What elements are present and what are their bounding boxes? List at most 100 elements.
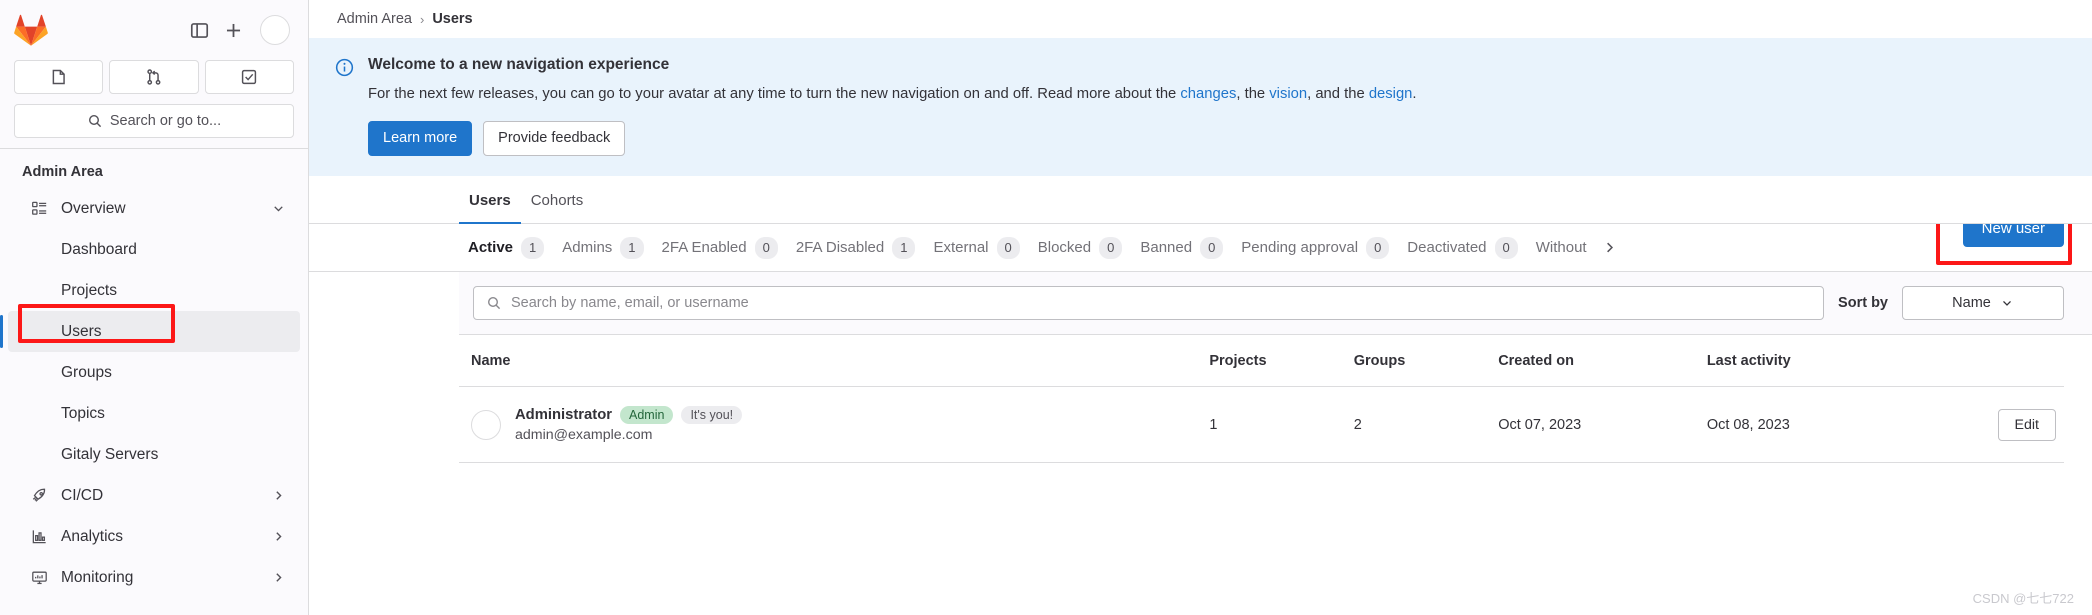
gitlab-logo[interactable] xyxy=(14,14,48,46)
filter-tab-count: 0 xyxy=(996,237,1020,259)
filter-tab-active[interactable]: Active 1 xyxy=(459,224,554,272)
tab-users[interactable]: Users xyxy=(459,178,521,225)
sidebar-item-overview[interactable]: Overview xyxy=(8,188,300,229)
filter-tab-blocked[interactable]: Blocked 0 xyxy=(1029,224,1132,271)
chevron-down-icon[interactable] xyxy=(271,201,286,216)
breadcrumb: Admin Area › Users xyxy=(309,0,2092,38)
link-vision[interactable]: vision xyxy=(1269,86,1307,102)
column-header-created-on: Created on xyxy=(1486,335,1695,388)
search-box[interactable] xyxy=(473,286,1825,321)
sidebar-item-label: Monitoring xyxy=(61,568,134,586)
filter-tab-deactivated[interactable]: Deactivated 0 xyxy=(1398,224,1526,271)
filter-tab-pending-approval[interactable]: Pending approval 0 xyxy=(1232,224,1398,271)
breadcrumb-separator: › xyxy=(419,11,425,27)
filter-tab-banned[interactable]: Banned 0 xyxy=(1131,224,1232,271)
create-new-icon[interactable] xyxy=(216,13,250,47)
sidebar-item-topics[interactable]: Topics xyxy=(8,393,300,434)
sidebar-item-projects[interactable]: Projects xyxy=(8,270,300,311)
filter-tab-count: 1 xyxy=(521,237,545,259)
filter-tab-admins[interactable]: Admins 1 xyxy=(553,224,652,271)
user-avatar[interactable] xyxy=(260,15,290,45)
search-icon xyxy=(487,297,501,310)
new-user-area: New user xyxy=(1935,224,2072,266)
users-table-body: Administrator Admin It's you! admin@exam… xyxy=(459,386,2064,464)
user-cell: Administrator Admin It's you! admin@exam… xyxy=(471,406,1189,443)
filter-tab-count: 0 xyxy=(1366,237,1390,259)
user-name-link[interactable]: Administrator xyxy=(515,407,612,423)
provide-feedback-button[interactable]: Provide feedback xyxy=(483,121,626,157)
gitlab-admin-users-page: Search or go to... Admin Area Overview D… xyxy=(0,0,2092,615)
watermark: CSDN @七七722 xyxy=(1972,591,2074,606)
sidebar: Search or go to... Admin Area Overview D… xyxy=(0,0,309,615)
filter-tab-label: Active xyxy=(468,239,514,257)
search-and-sort-bar: Sort by Name xyxy=(459,272,2092,336)
cell-user: Administrator Admin It's you! admin@exam… xyxy=(459,386,1198,464)
user-email-link[interactable]: admin@example.com xyxy=(515,427,742,443)
sidebar-item-analytics[interactable]: Analytics xyxy=(8,516,300,557)
chevron-right-icon[interactable] xyxy=(1596,240,1623,255)
link-design[interactable]: design xyxy=(1369,86,1413,102)
chevron-right-icon[interactable] xyxy=(271,488,286,503)
information-icon xyxy=(335,58,354,82)
column-header-last-activity: Last activity xyxy=(1694,335,1920,388)
column-header-actions xyxy=(1919,335,2064,388)
learn-more-button[interactable]: Learn more xyxy=(368,121,473,157)
breadcrumb-item-users[interactable]: Users xyxy=(432,11,472,27)
sidebar-nav: Admin Area Overview Dashboard Projects U… xyxy=(0,149,308,615)
merge-requests-icon[interactable] xyxy=(109,60,199,94)
search-input[interactable] xyxy=(511,295,1812,312)
search-or-go-to-button[interactable]: Search or go to... xyxy=(14,104,294,138)
users-table-head: Name Projects Groups Created on Last act… xyxy=(459,335,2064,388)
filter-tab-label: Blocked xyxy=(1037,239,1092,257)
tab-cohorts[interactable]: Cohorts xyxy=(521,178,594,224)
column-header-projects: Projects xyxy=(1197,335,1342,388)
filter-tab-label: 2FA Enabled xyxy=(661,239,747,257)
filter-tab-without[interactable]: Without xyxy=(1527,226,1596,270)
breadcrumb-item-admin-area[interactable]: Admin Area xyxy=(337,11,412,27)
issues-icon[interactable] xyxy=(14,60,104,94)
new-user-button[interactable]: New user xyxy=(1962,224,2064,248)
toggle-sidebar-icon[interactable] xyxy=(182,13,216,47)
search-or-go-to-label: Search or go to... xyxy=(109,113,222,129)
sidebar-item-label: Groups xyxy=(61,363,112,381)
rocket-icon xyxy=(30,487,48,505)
filter-tab-2fa-disabled[interactable]: 2FA Disabled 1 xyxy=(787,224,925,271)
filter-tab-count: 0 xyxy=(1494,237,1518,259)
edit-user-button[interactable]: Edit xyxy=(1997,408,2056,441)
sidebar-item-groups[interactable]: Groups xyxy=(8,352,300,393)
banner-text-part3: , and the xyxy=(1307,86,1369,102)
sidebar-item-gitaly-servers[interactable]: Gitaly Servers xyxy=(8,434,300,475)
navigation-announcement-banner: Welcome to a new navigation experience F… xyxy=(309,38,2092,177)
filter-tab-count: 0 xyxy=(1099,237,1123,259)
cell-projects: 1 xyxy=(1197,386,1342,464)
sidebar-item-label: Dashboard xyxy=(61,240,137,258)
sidebar-item-monitoring[interactable]: Monitoring xyxy=(8,557,300,598)
todos-icon[interactable] xyxy=(204,60,294,94)
filter-tab-label: External xyxy=(933,239,989,257)
banner-text-part2: , the xyxy=(1236,86,1270,102)
filter-tab-2fa-enabled[interactable]: 2FA Enabled 0 xyxy=(653,224,787,271)
sort-by-dropdown[interactable]: Name xyxy=(1902,286,2064,321)
sidebar-item-cicd[interactable]: CI/CD xyxy=(8,475,300,516)
sidebar-item-label: CI/CD xyxy=(61,486,104,504)
avatar[interactable] xyxy=(471,409,501,440)
sidebar-item-label: Projects xyxy=(61,281,117,299)
sidebar-item-users[interactable]: Users xyxy=(0,311,300,352)
filter-tab-label: Deactivated xyxy=(1407,239,1487,257)
filter-tab-count: 1 xyxy=(892,237,916,259)
sidebar-item-dashboard[interactable]: Dashboard xyxy=(8,229,300,270)
sidebar-quick-actions xyxy=(0,60,308,102)
banner-actions: Learn more Provide feedback xyxy=(368,121,2068,157)
chevron-right-icon[interactable] xyxy=(271,529,286,544)
chevron-down-icon xyxy=(2002,301,2011,307)
monitor-icon xyxy=(30,569,48,587)
users-panel: Users Cohorts Active 1 Admins 1 2FA Enab… xyxy=(309,176,2092,615)
banner-description: For the next few releases, you can go to… xyxy=(368,84,2068,105)
link-changes[interactable]: changes xyxy=(1180,86,1236,102)
filter-tab-label: Pending approval xyxy=(1241,239,1359,257)
chart-icon xyxy=(30,528,48,546)
filter-tab-external[interactable]: External 0 xyxy=(924,224,1028,271)
search-icon xyxy=(88,114,101,128)
cell-actions: Edit xyxy=(1919,386,2064,464)
chevron-right-icon[interactable] xyxy=(271,570,286,585)
